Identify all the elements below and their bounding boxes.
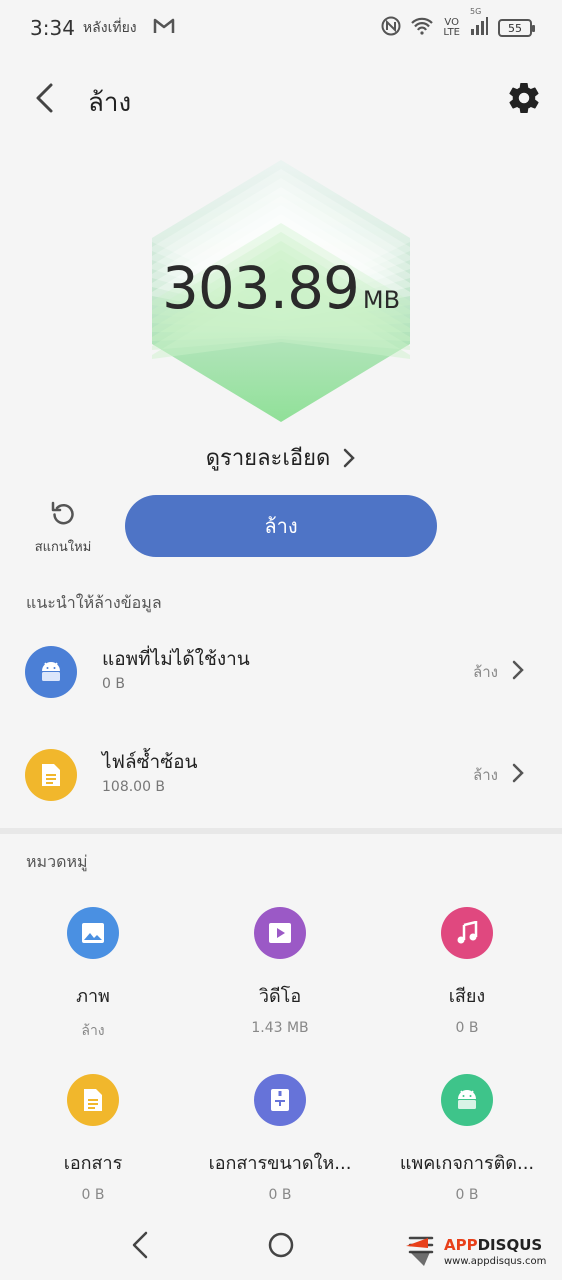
- chevron-right-icon[interactable]: [510, 762, 526, 784]
- view-details-label: ดูรายละเอียด: [205, 446, 331, 471]
- app-bar: ล้าง: [0, 66, 562, 130]
- chevron-right-icon: [344, 448, 356, 467]
- nav-back-button[interactable]: [124, 1228, 158, 1262]
- watermark-logo-icon: [406, 1238, 430, 1266]
- network-type: 5G: [470, 6, 482, 16]
- recommend-item-unused-apps[interactable]: แอพที่ไม่ได้ใช้งาน 0 B ล้าง: [0, 630, 562, 720]
- category-size: 0 B: [81, 1187, 105, 1203]
- category-name: แพคเกจการติด...: [399, 1153, 535, 1174]
- category-videos[interactable]: วิดีโอ 1.43 MB: [190, 907, 370, 1036]
- category-size: 0 B: [455, 1187, 479, 1203]
- nav-back-icon: [132, 1231, 148, 1259]
- category-images[interactable]: ภาพ ล้าง: [3, 907, 183, 1042]
- clean-button[interactable]: ล้าง: [125, 495, 437, 557]
- recommend-item-title: ไฟล์ซ้ำซ้อน: [102, 751, 198, 773]
- document-icon: [67, 1074, 119, 1126]
- watermark: APPDISQUS www.appdisqus.com: [400, 1228, 546, 1272]
- watermark-url: www.appdisqus.com: [444, 1256, 547, 1267]
- category-size: ล้าง: [81, 1023, 105, 1039]
- category-name: วิดีโอ: [258, 986, 302, 1007]
- recommend-item-size: 108.00 B: [102, 779, 166, 795]
- recommend-item-clean-label[interactable]: ล้าง: [473, 660, 498, 684]
- category-name: เอกสาร: [63, 1153, 123, 1174]
- recommend-section-title: แนะนำให้ล้างข้อมูล: [26, 593, 162, 612]
- android-icon: [25, 646, 77, 698]
- android-icon: [441, 1074, 493, 1126]
- category-large-files[interactable]: เอกสารขนาดให... 0 B: [190, 1074, 370, 1203]
- recommend-item-duplicate-files[interactable]: ไฟล์ซ้ำซ้อน 108.00 B ล้าง: [0, 733, 562, 823]
- category-documents[interactable]: เอกสาร 0 B: [3, 1074, 183, 1203]
- volte-indicator: VO LTE: [443, 18, 460, 38]
- categories-section-title: หมวดหมู่: [26, 852, 88, 871]
- video-icon: [254, 907, 306, 959]
- watermark-brand-b: DISQUS: [477, 1236, 543, 1254]
- category-name: ภาพ: [76, 986, 110, 1007]
- page-title: ล้าง: [88, 88, 132, 118]
- document-icon: [25, 749, 77, 801]
- recommend-item-clean-label[interactable]: ล้าง: [473, 763, 498, 787]
- music-icon: [441, 907, 493, 959]
- status-bar: 3:34 หลังเที่ยง VO LTE 5G 55: [0, 0, 562, 56]
- gmail-icon: [153, 17, 175, 40]
- gear-icon: [509, 83, 539, 114]
- category-name: เสียง: [448, 986, 486, 1007]
- storage-number: 303.89: [161, 254, 360, 322]
- battery-icon: 55: [498, 19, 535, 37]
- archive-icon: [254, 1074, 306, 1126]
- back-button[interactable]: [26, 78, 66, 118]
- watermark-brand: APPDISQUS: [444, 1236, 542, 1254]
- rescan-label: สแกนใหม่: [34, 540, 92, 555]
- category-name: เอกสารขนาดให...: [208, 1153, 352, 1174]
- storage-unit: MB: [362, 286, 401, 314]
- category-size: 1.43 MB: [251, 1020, 309, 1036]
- recommend-item-title: แอพที่ไม่ได้ใช้งาน: [102, 648, 250, 670]
- rescan-button[interactable]: สแกนใหม่: [28, 500, 98, 557]
- battery-level: 55: [508, 21, 522, 35]
- settings-button[interactable]: [506, 80, 542, 116]
- watermark-brand-a: APP: [444, 1236, 478, 1254]
- nfc-icon: [381, 16, 401, 41]
- category-size: 0 B: [268, 1187, 292, 1203]
- storage-value: 303.89 MB: [0, 254, 562, 322]
- volte-bottom: LTE: [443, 27, 460, 38]
- nav-home-icon: [268, 1232, 294, 1258]
- chevron-right-icon[interactable]: [510, 659, 526, 681]
- section-divider: [0, 828, 562, 834]
- category-audio[interactable]: เสียง 0 B: [377, 907, 557, 1036]
- wifi-icon: [411, 17, 434, 40]
- signal-icon: 5G: [470, 7, 488, 40]
- image-icon: [67, 907, 119, 959]
- nav-home-button[interactable]: [264, 1228, 298, 1262]
- category-size: 0 B: [455, 1020, 479, 1036]
- status-period: หลังเที่ยง: [82, 20, 137, 36]
- view-details-link[interactable]: ดูรายละเอียด: [0, 440, 562, 475]
- recommend-item-size: 0 B: [102, 676, 125, 692]
- back-arrow-icon: [36, 83, 53, 113]
- status-time: 3:34: [30, 16, 75, 40]
- category-install-packages[interactable]: แพคเกจการติด... 0 B: [377, 1074, 557, 1203]
- refresh-icon: [51, 501, 74, 525]
